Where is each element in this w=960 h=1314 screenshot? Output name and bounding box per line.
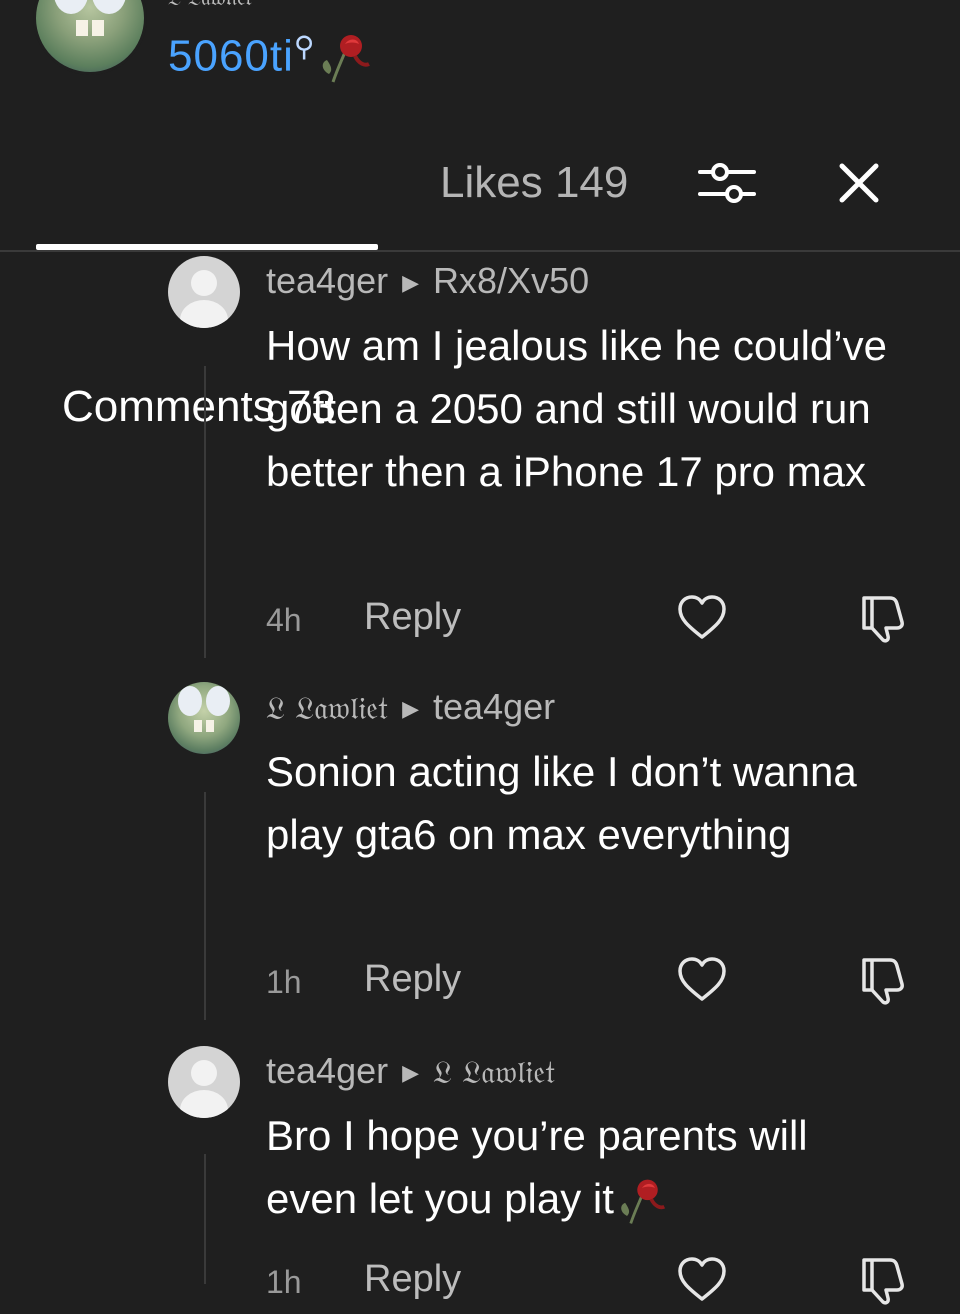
heart-icon[interactable] [676,1254,728,1306]
comment-reply-to[interactable]: Rx8/Xv50 [433,260,589,301]
thread-line [204,366,206,658]
commenter-avatar[interactable] [168,1046,240,1118]
reply-arrow-icon: ▶ [402,696,420,722]
comment-meta: tea4ger ▶ Rx8/Xv50 [266,260,589,302]
comment-actions: 4h Reply [266,592,916,652]
reply-button[interactable]: Reply [364,958,461,1001]
comment-reply-to[interactable]: tea4ger [433,686,555,727]
comment-time: 4h [266,602,302,638]
thumbs-down-icon[interactable] [856,954,908,1006]
thread-line [204,792,206,1020]
comment-text: How am I jealous like he could’ve gotten… [266,322,887,495]
profile-username: 5060ti [168,31,294,81]
comment-text: Sonion acting like I don’t wanna play gt… [266,748,857,858]
close-icon[interactable] [832,156,886,210]
profile-username-line[interactable]: 5060ti⚲ [168,30,373,88]
profile-header: 𝔏 𝔏𝔞𝔴𝔩𝔦𝔢𝔱 5060ti⚲ [0,0,960,110]
comment-time: 1h [266,964,302,1000]
commenter-avatar[interactable] [168,682,240,754]
reply-arrow-icon: ▶ [402,1060,420,1086]
wilted-rose-icon [621,1179,665,1224]
profile-display-name: 𝔏 𝔏𝔞𝔴𝔩𝔦𝔢𝔱 [168,0,252,11]
comment-author[interactable]: 𝔏 𝔏𝔞𝔴𝔩𝔦𝔢𝔱 [266,689,388,727]
tab-divider [0,250,960,252]
tab-likes[interactable]: Likes 149 [440,158,628,208]
comment-reply-to[interactable]: 𝔏 𝔏𝔞𝔴𝔩𝔦𝔢𝔱 [433,1053,555,1091]
profile-avatar[interactable] [36,0,144,72]
comment-time: 1h [266,1264,302,1300]
comment-author[interactable]: tea4ger [266,260,388,301]
thumbs-down-icon[interactable] [856,592,908,644]
comment-author[interactable]: tea4ger [266,1050,388,1091]
comment-meta: tea4ger ▶ 𝔏 𝔏𝔞𝔴𝔩𝔦𝔢𝔱 [266,1050,555,1092]
commenter-avatar[interactable] [168,256,240,328]
comment-meta: 𝔏 𝔏𝔞𝔴𝔩𝔦𝔢𝔱 ▶ tea4ger [266,686,555,728]
magnifier-icon: ⚲ [293,31,316,62]
tab-bar: Comments 73 Likes 149 [0,130,960,431]
heart-icon[interactable] [676,592,728,644]
heart-icon[interactable] [676,954,728,1006]
reply-arrow-icon: ▶ [402,270,420,296]
thread-line [204,1154,206,1284]
comment-actions: 1h Reply [266,954,916,1014]
comment-actions: 1h Reply [266,1254,916,1314]
comment-text-content: Bro I hope you’re parents will even let … [266,1112,808,1222]
filter-sliders-icon[interactable] [696,152,758,214]
thumbs-down-icon[interactable] [856,1254,908,1306]
wilted-rose-icon [323,35,371,83]
comment-text: Bro I hope you’re parents will even let … [266,1104,906,1230]
reply-button[interactable]: Reply [364,596,461,639]
